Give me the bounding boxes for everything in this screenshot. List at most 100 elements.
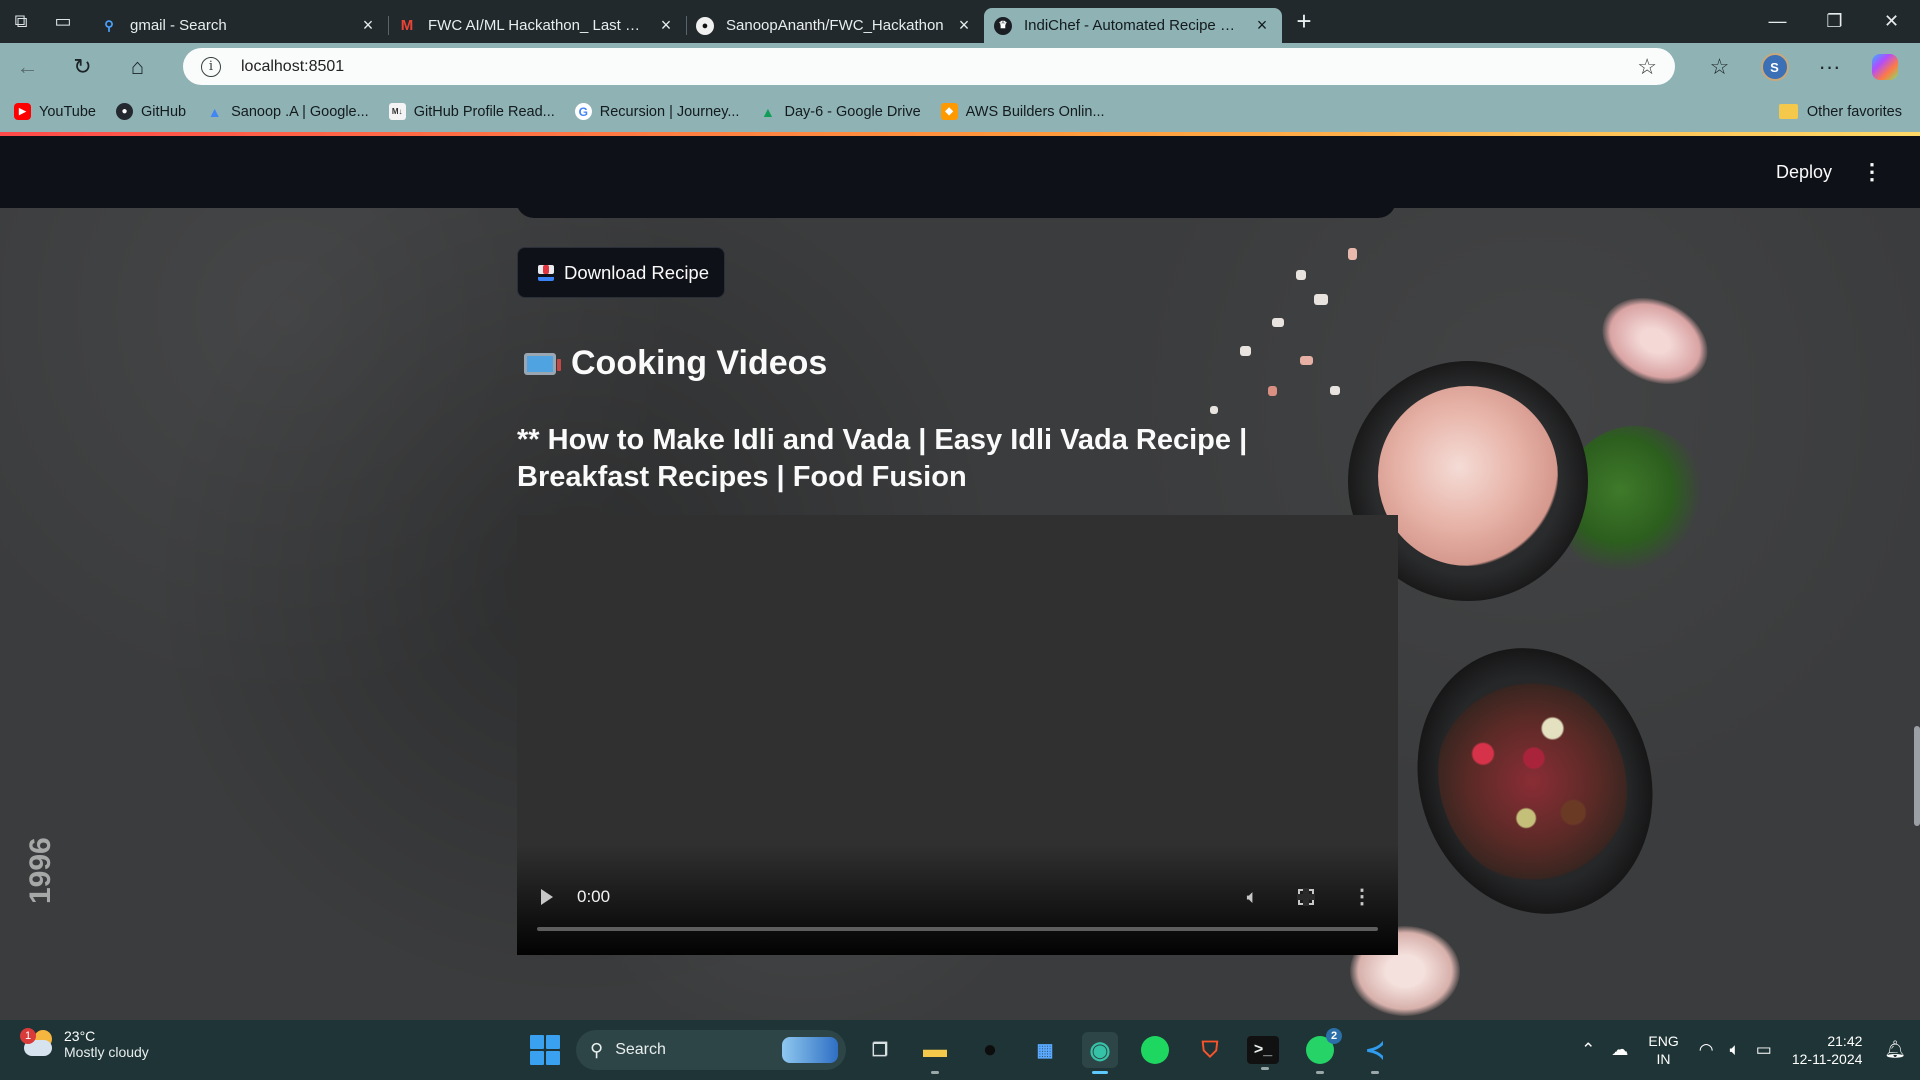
video-player[interactable]: 0:00 🔈︎ ⋮ bbox=[517, 515, 1398, 955]
site-info-icon[interactable]: i bbox=[201, 56, 221, 77]
speaker-icon[interactable]: 🔈︎ bbox=[1730, 1040, 1740, 1060]
avatar: S bbox=[1760, 53, 1789, 81]
minimize-icon[interactable]: — bbox=[1749, 0, 1806, 43]
whatsapp-badge: 2 bbox=[1326, 1028, 1342, 1044]
github-icon: ● bbox=[115, 103, 133, 120]
taskbar-search[interactable]: ⚲ Search bbox=[576, 1030, 846, 1070]
clock[interactable]: 21:42 12-11-2024 bbox=[1792, 1032, 1863, 1068]
profile-button[interactable]: S bbox=[1747, 43, 1802, 91]
terminal-icon[interactable]: >_ bbox=[1247, 1036, 1279, 1070]
restore-icon[interactable]: ❐ bbox=[1806, 0, 1863, 43]
tab-indichef[interactable]: ♛ IndiChef - Automated Recipe Gen × bbox=[984, 8, 1282, 43]
bookmark-day6-drive[interactable]: ▲ Day-6 - Google Drive bbox=[759, 103, 921, 120]
bookmark-google-drive-sanoop[interactable]: ▲ Sanoop .A | Google... bbox=[206, 103, 369, 120]
browser-tab-bar: ⧉ ▭ ⚲ gmail - Search × M FWC AI/ML Hacka… bbox=[0, 0, 1920, 43]
task-view-icon[interactable]: ❐ bbox=[862, 1032, 898, 1068]
copilot-icon[interactable] bbox=[1857, 43, 1912, 91]
video-progress-track[interactable] bbox=[537, 927, 1378, 931]
salt-crystal bbox=[1210, 406, 1218, 414]
play-icon[interactable] bbox=[541, 889, 553, 905]
salt-crystal bbox=[1300, 356, 1313, 365]
deploy-button[interactable]: Deploy bbox=[1776, 136, 1832, 208]
download-recipe-button[interactable]: Download Recipe bbox=[517, 247, 725, 298]
wifi-icon[interactable]: ◠ bbox=[1699, 1040, 1714, 1060]
volume-icon[interactable]: 🔈︎ bbox=[1247, 887, 1258, 909]
inbox-tray-icon bbox=[538, 264, 554, 281]
microsoft-store-icon[interactable]: ▦ bbox=[1027, 1032, 1063, 1068]
whatsapp-icon[interactable]: 2 bbox=[1302, 1028, 1342, 1074]
weather-temperature: 23°C bbox=[64, 1028, 96, 1044]
onedrive-cloud-icon[interactable]: ☁ bbox=[1611, 1040, 1628, 1060]
close-tab-icon[interactable]: × bbox=[954, 15, 974, 36]
close-tab-icon[interactable]: × bbox=[358, 15, 378, 36]
battery-icon[interactable]: ▭ bbox=[1756, 1040, 1772, 1060]
microphone-app-icon[interactable]: ● bbox=[972, 1032, 1008, 1068]
show-hidden-icons-icon[interactable]: ⌃ bbox=[1581, 1040, 1595, 1060]
other-favorites[interactable]: Other favorites bbox=[1778, 91, 1902, 132]
partly-cloudy-icon: 1 bbox=[20, 1028, 54, 1058]
close-tab-icon[interactable]: × bbox=[656, 15, 676, 36]
github-icon: ● bbox=[696, 16, 714, 35]
vertical-tabs-icon[interactable]: ▭ bbox=[42, 0, 84, 43]
controls-gradient bbox=[517, 845, 1398, 955]
brave-browser-icon[interactable]: ⛉ bbox=[1192, 1032, 1228, 1068]
salt-crystal bbox=[1272, 318, 1284, 327]
tab-github-repo[interactable]: ● SanoopAnanth/FWC_Hackathon × bbox=[686, 8, 984, 43]
google-drive-icon: ▲ bbox=[761, 103, 775, 120]
bookmark-recursion[interactable]: G Recursion | Journey... bbox=[574, 103, 739, 120]
favorites-icon[interactable]: ☆ bbox=[1692, 43, 1747, 91]
weather-description: Mostly cloudy bbox=[64, 1044, 149, 1060]
tab-fwc-hackathon-mail[interactable]: M FWC AI/ML Hackathon_ Last date × bbox=[388, 8, 686, 43]
close-window-icon[interactable]: ✕ bbox=[1863, 0, 1920, 43]
url-text[interactable]: localhost:8501 bbox=[241, 58, 344, 76]
watermark-text: 1996 bbox=[24, 837, 57, 904]
more-options-icon[interactable]: ⋮ bbox=[1352, 884, 1372, 909]
google-drive-icon: ▲ bbox=[207, 103, 222, 120]
tab-gmail-search[interactable]: ⚲ gmail - Search × bbox=[90, 8, 388, 43]
salt-crystal bbox=[1348, 248, 1357, 260]
vscode-icon[interactable]: ≺ bbox=[1357, 1032, 1393, 1074]
favorite-star-icon[interactable]: ☆ bbox=[1637, 54, 1657, 80]
television-icon bbox=[524, 352, 561, 375]
toolbar-right: ☆ S ··· bbox=[1692, 43, 1920, 91]
fullscreen-icon[interactable] bbox=[1297, 888, 1315, 906]
garlic-image bbox=[1588, 281, 1722, 401]
page-scrollbar[interactable] bbox=[1914, 726, 1920, 826]
streamlit-icon: ♛ bbox=[994, 16, 1012, 35]
input-language[interactable]: ENG IN bbox=[1648, 1032, 1678, 1068]
previous-block-edge bbox=[516, 190, 1396, 218]
notifications-bell-icon[interactable]: 🔔︎ bbox=[1884, 1040, 1906, 1060]
weather-widget[interactable]: 1 23°C Mostly cloudy bbox=[20, 1028, 149, 1060]
window-controls: — ❐ ✕ bbox=[1749, 0, 1920, 43]
new-tab-button[interactable]: + bbox=[1282, 0, 1326, 43]
bookmark-youtube[interactable]: ▶ YouTube bbox=[14, 103, 96, 120]
salt-crystal bbox=[1240, 346, 1251, 356]
gmail-icon: M bbox=[400, 17, 414, 34]
search-highlight-art bbox=[782, 1037, 838, 1063]
google-icon: G bbox=[574, 103, 592, 120]
workspaces-icon[interactable]: ⧉ bbox=[0, 0, 42, 43]
bookmark-github-profile-readme[interactable]: M↓ GitHub Profile Read... bbox=[388, 103, 555, 120]
weather-badge: 1 bbox=[20, 1028, 36, 1044]
reload-button[interactable]: ↻ bbox=[55, 43, 110, 91]
address-bar[interactable]: i localhost:8501 ☆ bbox=[183, 48, 1675, 85]
search-icon: ⚲ bbox=[590, 1039, 604, 1060]
edge-browser-icon[interactable]: ◉ bbox=[1082, 1032, 1118, 1074]
file-explorer-icon[interactable]: ▬ bbox=[917, 1032, 953, 1074]
system-tray: ⌃ ☁ ENG IN ◠ 🔈︎ ▭ 21:42 12-11-2024 🔔︎ bbox=[1573, 1020, 1920, 1080]
main-menu-icon[interactable]: ⋮ bbox=[1861, 136, 1883, 208]
windows-taskbar: 1 23°C Mostly cloudy ⚲ Search ❐ ▬ ● ▦ ◉ … bbox=[0, 1020, 1920, 1080]
back-button[interactable]: ← bbox=[0, 43, 55, 91]
home-button[interactable]: ⌂ bbox=[110, 43, 165, 91]
bookmark-github[interactable]: ● GitHub bbox=[115, 103, 186, 120]
salt-crystal bbox=[1268, 386, 1277, 396]
video-timestamp: 0:00 bbox=[577, 887, 611, 906]
more-menu-icon[interactable]: ··· bbox=[1802, 43, 1857, 91]
start-button[interactable] bbox=[530, 1035, 560, 1065]
salt-crystal bbox=[1314, 294, 1328, 305]
search-icon: ⚲ bbox=[104, 17, 114, 33]
spotify-icon[interactable] bbox=[1137, 1032, 1173, 1068]
app-viewport: Deploy ⋮ Download Recipe Cooking Videos … bbox=[0, 136, 1920, 1020]
bookmark-aws-builders[interactable]: ◆ AWS Builders Onlin... bbox=[940, 103, 1105, 120]
close-tab-icon[interactable]: × bbox=[1252, 15, 1272, 36]
